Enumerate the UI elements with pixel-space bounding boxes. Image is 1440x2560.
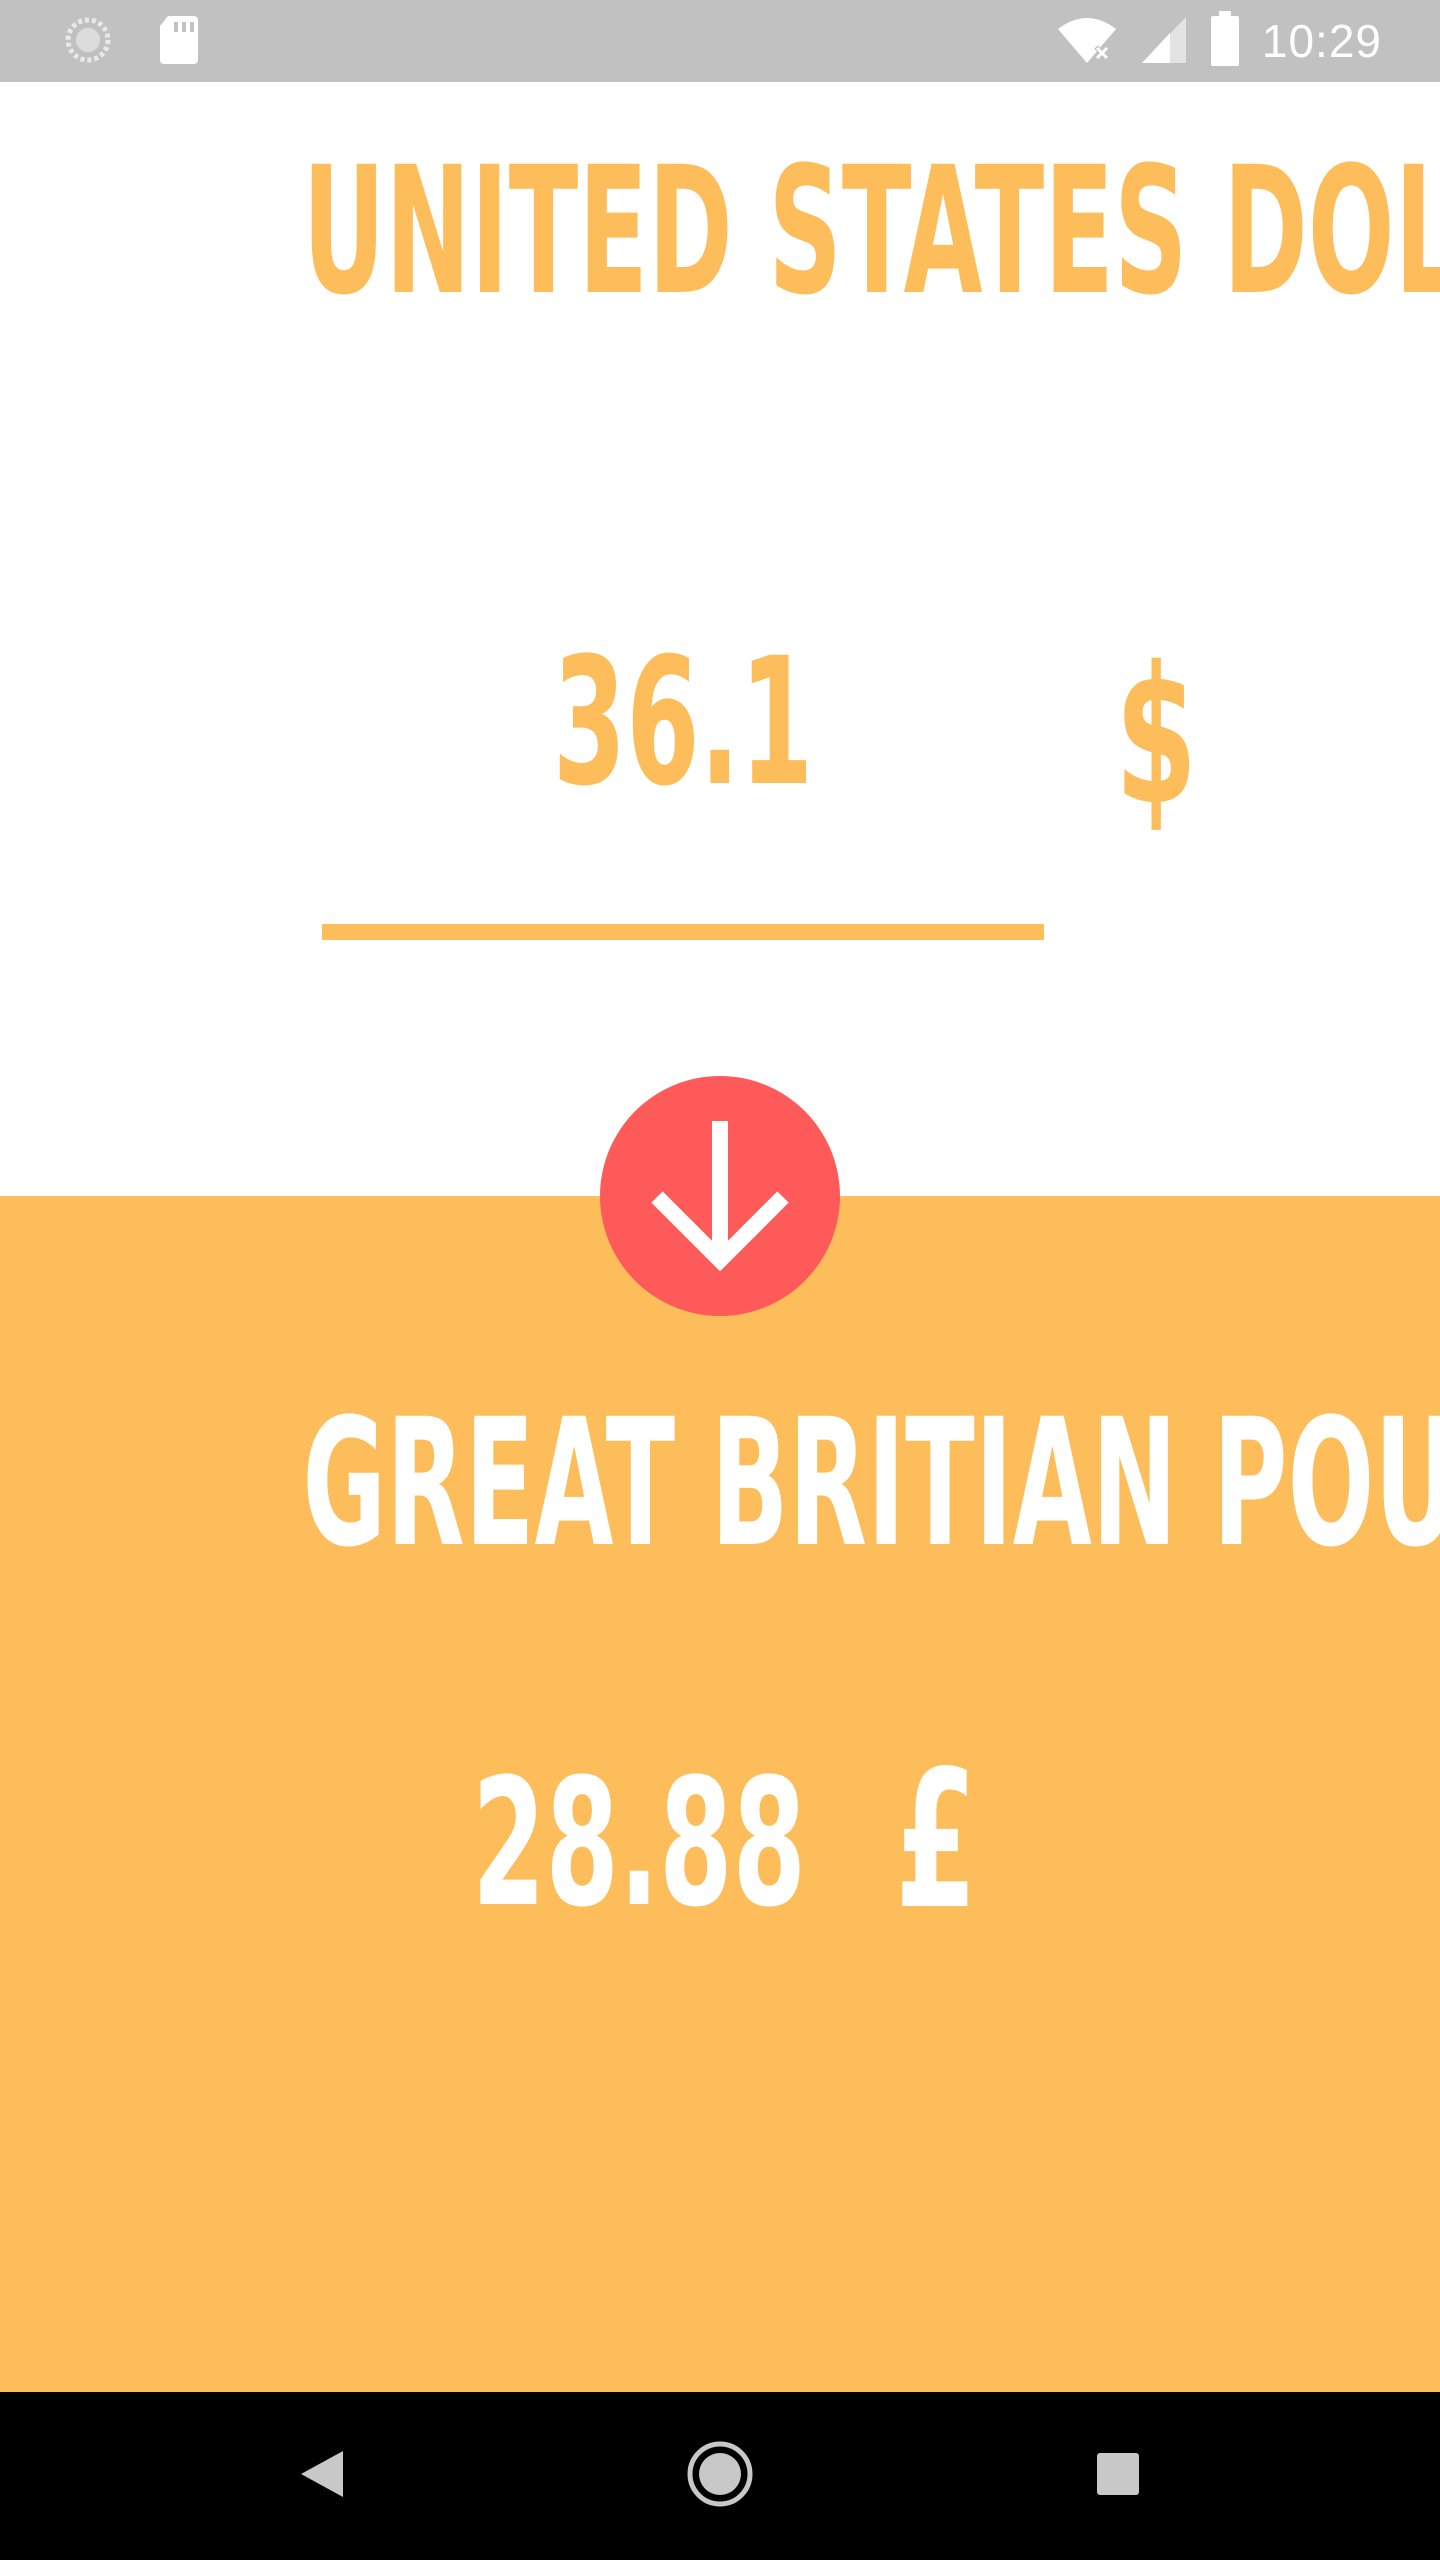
status-bar: 10:29 xyxy=(0,0,1440,82)
target-currency-symbol: £ xyxy=(895,1730,978,1951)
back-button[interactable] xyxy=(282,2436,362,2516)
amount-input-underline xyxy=(322,924,1044,940)
status-bar-right: 10:29 xyxy=(1056,10,1382,72)
recents-button[interactable] xyxy=(1078,2436,1158,2516)
loading-icon xyxy=(62,14,114,71)
recents-icon xyxy=(1095,2451,1141,2502)
source-currency-symbol: $ xyxy=(1115,626,1198,847)
home-button[interactable] xyxy=(680,2436,760,2516)
home-icon xyxy=(685,2439,755,2514)
source-amount-input[interactable] xyxy=(466,612,900,832)
source-currency-name[interactable]: UNITED STATES DOLLAR xyxy=(302,144,1440,320)
target-currency-name[interactable]: GREAT BRITIAN POUND xyxy=(302,1396,1440,1572)
back-icon xyxy=(297,2447,347,2506)
navigation-bar xyxy=(0,2392,1440,2560)
swap-button[interactable] xyxy=(600,1076,840,1316)
wifi-off-icon xyxy=(1056,13,1118,70)
target-currency-section: GREAT BRITIAN POUND 28.88 £ xyxy=(0,1196,1440,2392)
converted-amount: 28.88 xyxy=(472,1741,807,1946)
arrow-down-icon xyxy=(635,1109,805,1284)
battery-icon xyxy=(1210,10,1240,72)
sd-card-icon xyxy=(158,14,200,71)
app-screen: 10:29 UNITED STATES DOLLAR $ GREAT BRITI… xyxy=(0,0,1440,2560)
status-bar-left xyxy=(62,14,200,71)
status-time: 10:29 xyxy=(1261,15,1382,67)
signal-icon xyxy=(1140,13,1188,70)
source-currency-section: UNITED STATES DOLLAR $ xyxy=(0,82,1440,1196)
